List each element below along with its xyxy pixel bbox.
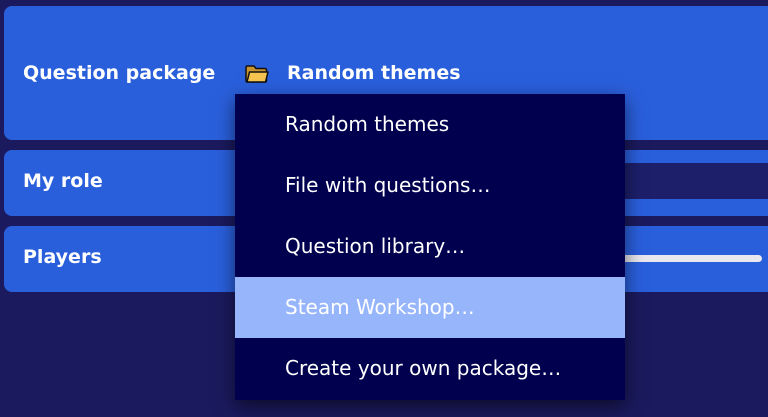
players-slider[interactable] — [618, 255, 762, 262]
menu-item-steam-workshop[interactable]: Steam Workshop… — [235, 277, 625, 338]
folder-icon — [245, 65, 269, 83]
menu-item-question-library[interactable]: Question library… — [235, 216, 625, 277]
package-dropdown-menu: Random themes File with questions… Quest… — [235, 94, 625, 400]
menu-item-create-own-package[interactable]: Create your own package… — [235, 338, 625, 399]
players-label: Players — [23, 246, 102, 268]
menu-item-file-with-questions[interactable]: File with questions… — [235, 155, 625, 216]
menu-item-random-themes[interactable]: Random themes — [235, 94, 625, 155]
my-role-label: My role — [23, 170, 103, 192]
package-select-value[interactable]: Random themes — [287, 62, 461, 84]
question-package-label: Question package — [23, 62, 216, 84]
my-role-selector[interactable] — [622, 163, 768, 199]
